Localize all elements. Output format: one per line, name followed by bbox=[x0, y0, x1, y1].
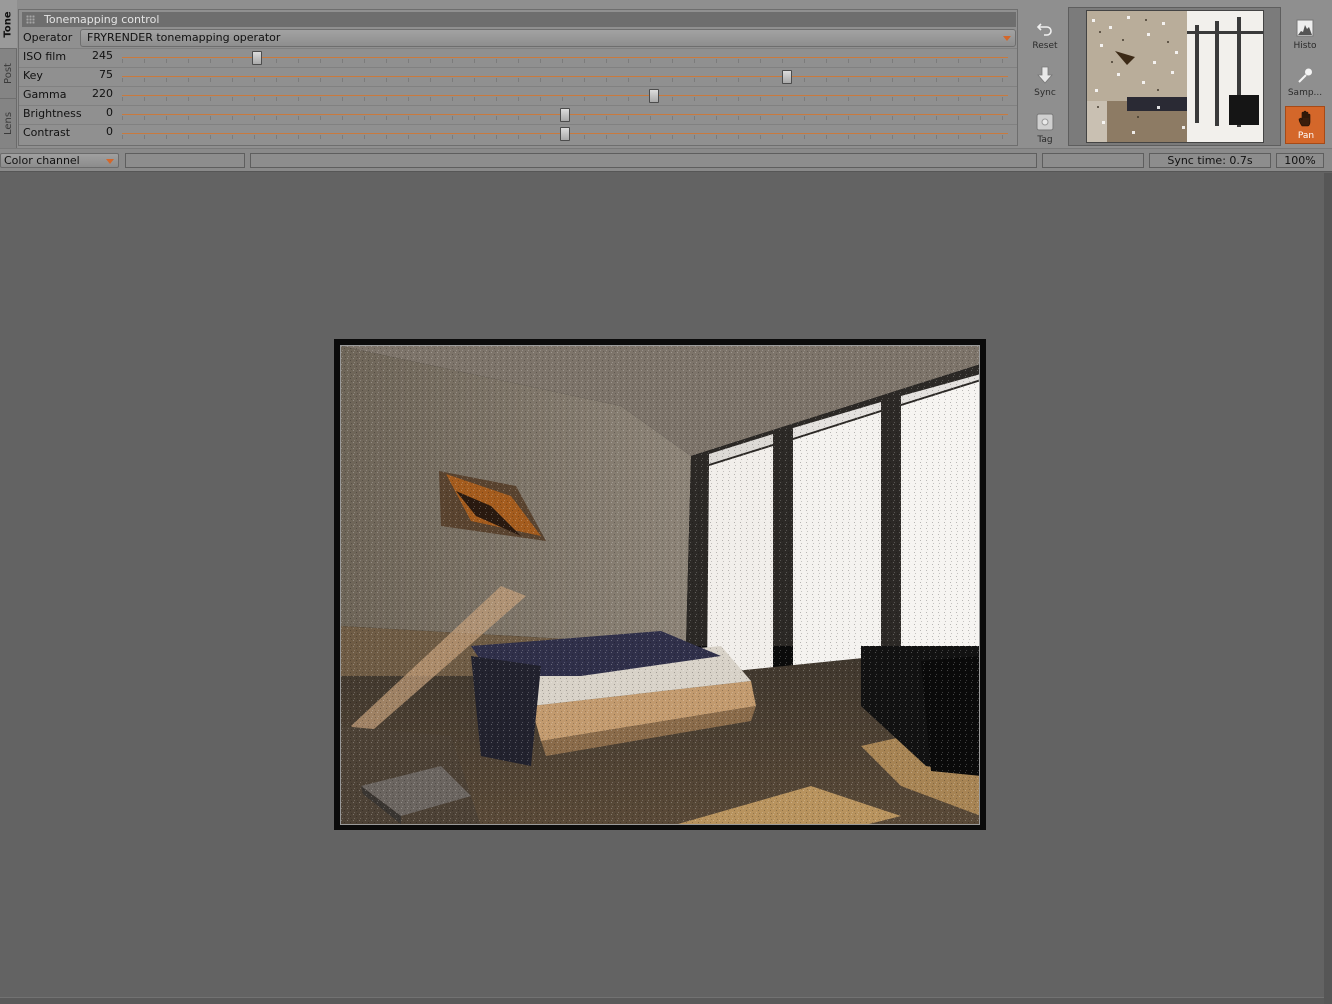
vertical-tab-strip: Tone Post Lens bbox=[0, 0, 17, 149]
bottom-border bbox=[0, 997, 1324, 1004]
preview-thumbnail-frame bbox=[1068, 7, 1281, 146]
status-field-2 bbox=[250, 153, 1037, 168]
color-channel-dropdown[interactable]: Color channel bbox=[0, 153, 119, 168]
iso-film-slider-thumb[interactable] bbox=[251, 51, 262, 65]
iso-film-label: ISO film bbox=[23, 50, 67, 63]
contrast-label: Contrast bbox=[23, 126, 71, 139]
reset-label: Reset bbox=[1032, 41, 1058, 51]
tag-label: Tag bbox=[1037, 135, 1053, 145]
tag-icon bbox=[1036, 113, 1054, 131]
tab-lens[interactable]: Lens bbox=[0, 98, 17, 149]
undo-icon bbox=[1036, 23, 1052, 36]
key-slider-thumb[interactable] bbox=[781, 70, 792, 84]
gamma-ticks bbox=[122, 97, 1008, 101]
contrast-value[interactable]: 0 bbox=[81, 123, 113, 141]
zoom-level-field[interactable]: 100% bbox=[1276, 153, 1324, 168]
tab-post-label: Post bbox=[3, 62, 14, 84]
divider bbox=[19, 86, 1017, 87]
key-value[interactable]: 75 bbox=[81, 66, 113, 84]
tonemapping-header: Tonemapping control bbox=[22, 12, 1016, 27]
status-field-3 bbox=[1042, 153, 1144, 168]
key-label: Key bbox=[23, 69, 43, 82]
reset-button[interactable]: Reset bbox=[1025, 16, 1065, 60]
tab-tone[interactable]: Tone bbox=[0, 0, 17, 49]
down-arrow-icon bbox=[1037, 66, 1053, 84]
vertical-scrollbar[interactable] bbox=[1324, 173, 1332, 1004]
sampler-button[interactable]: Samp... bbox=[1285, 63, 1325, 107]
render-image-frame bbox=[334, 339, 986, 830]
status-bar: Color channel Sync time: 0.7s 100% bbox=[0, 148, 1332, 172]
iso-film-value[interactable]: 245 bbox=[81, 47, 113, 65]
dropdown-arrow-icon bbox=[1003, 36, 1011, 41]
hand-icon bbox=[1298, 110, 1311, 127]
brightness-label: Brightness bbox=[23, 107, 82, 120]
color-channel-value: Color channel bbox=[4, 154, 80, 167]
operator-label: Operator bbox=[23, 31, 73, 44]
tab-tone-label: Tone bbox=[3, 10, 15, 38]
operator-value: FRYRENDER tonemapping operator bbox=[87, 31, 281, 44]
grip-icon[interactable] bbox=[26, 15, 35, 24]
key-track[interactable] bbox=[122, 76, 1008, 77]
key-ticks bbox=[122, 78, 1008, 82]
contrast-slider-thumb[interactable] bbox=[560, 127, 570, 141]
operator-dropdown[interactable]: FRYRENDER tonemapping operator bbox=[80, 29, 1016, 47]
brightness-value[interactable]: 0 bbox=[81, 104, 113, 122]
dropdown-arrow-icon bbox=[106, 159, 114, 164]
tab-post[interactable]: Post bbox=[0, 48, 17, 99]
sync-button[interactable]: Sync bbox=[1025, 63, 1065, 107]
divider bbox=[19, 124, 1017, 125]
tab-lens-label: Lens bbox=[3, 111, 15, 135]
tonemapping-panel: Tonemapping control Operator FRYRENDER t… bbox=[18, 9, 1018, 146]
status-field-1 bbox=[125, 153, 245, 168]
tonemapping-title: Tonemapping control bbox=[44, 13, 160, 26]
preview-thumbnail-image bbox=[1087, 11, 1263, 142]
preview-thumbnail[interactable] bbox=[1086, 10, 1264, 143]
sampler-label: Samp... bbox=[1287, 88, 1323, 98]
eyedropper-icon bbox=[1298, 68, 1312, 83]
divider bbox=[19, 48, 1017, 49]
divider bbox=[19, 67, 1017, 68]
gamma-label: Gamma bbox=[23, 88, 67, 101]
top-panel: Tone Post Lens Tonemapping control Opera… bbox=[0, 0, 1332, 149]
divider bbox=[19, 105, 1017, 106]
histogram-icon bbox=[1296, 19, 1314, 37]
gamma-slider-thumb[interactable] bbox=[648, 89, 659, 103]
pan-button[interactable]: Pan bbox=[1285, 106, 1325, 144]
render-image-drawing bbox=[341, 346, 979, 824]
brightness-slider-thumb[interactable] bbox=[560, 108, 570, 122]
gamma-value[interactable]: 220 bbox=[81, 85, 113, 103]
histogram-button[interactable]: Histo bbox=[1285, 16, 1325, 60]
sync-time-field: Sync time: 0.7s bbox=[1149, 153, 1271, 168]
gamma-track[interactable] bbox=[122, 95, 1008, 96]
pan-label: Pan bbox=[1297, 131, 1315, 141]
sync-label: Sync bbox=[1034, 88, 1056, 98]
histogram-label: Histo bbox=[1293, 41, 1317, 51]
render-image[interactable] bbox=[340, 345, 980, 825]
